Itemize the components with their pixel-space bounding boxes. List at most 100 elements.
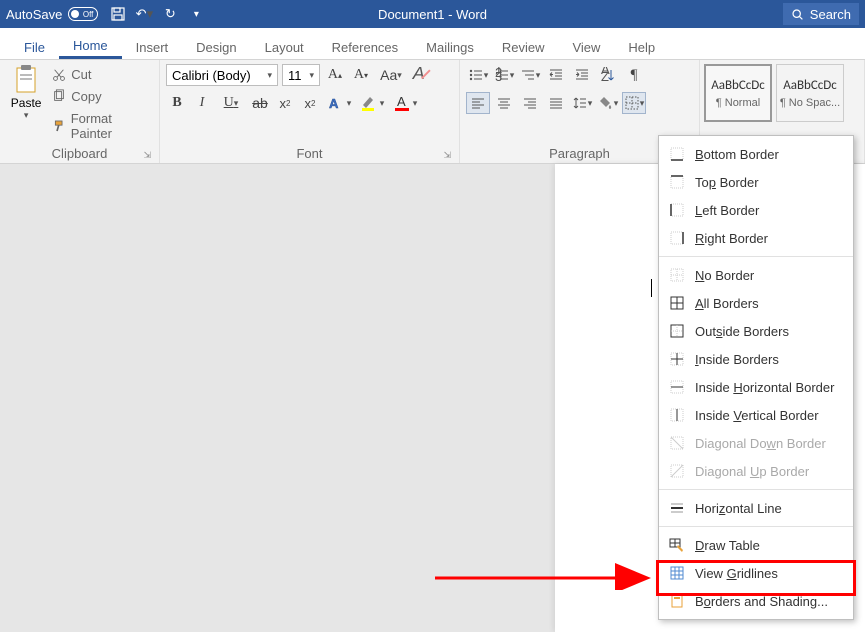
menu-inside-v-border[interactable]: Inside Vertical Border <box>659 401 853 429</box>
superscript-button[interactable]: x <box>299 92 321 114</box>
tab-view[interactable]: View <box>558 34 614 59</box>
font-name-value: Calibri (Body) <box>172 68 251 83</box>
menu-right-border[interactable]: Right Border <box>659 224 853 252</box>
menu-left-border[interactable]: Left Border <box>659 196 853 224</box>
multilevel-button[interactable]: ▾ <box>518 64 542 86</box>
menu-view-gridlines[interactable]: View Gridlines <box>659 559 853 587</box>
format-painter-button[interactable]: Format Painter <box>52 111 153 141</box>
menu-borders-shading[interactable]: Borders and Shading... <box>659 587 853 615</box>
style-normal[interactable]: AaBbCcDc ¶ Normal <box>704 64 772 122</box>
menu-draw-table[interactable]: Draw Table <box>659 531 853 559</box>
italic-button[interactable]: I <box>191 92 213 114</box>
align-right-icon <box>522 95 538 111</box>
numbering-button[interactable]: 123▾ <box>492 64 516 86</box>
align-left-icon <box>470 95 486 111</box>
menu-diag-down: Diagonal Down Border <box>659 429 853 457</box>
tab-design[interactable]: Design <box>182 34 250 59</box>
menu-horizontal-line[interactable]: Horizontal Line <box>659 494 853 522</box>
style-normal-name: ¶ Normal <box>716 97 760 109</box>
increase-indent-button[interactable] <box>570 64 594 86</box>
tab-review[interactable]: Review <box>488 34 559 59</box>
strikethrough-button[interactable]: ab <box>249 92 271 114</box>
font-color-button[interactable]: A▾ <box>390 92 420 114</box>
clear-format-button[interactable]: A <box>410 64 432 86</box>
menu-all-borders[interactable]: All Borders <box>659 289 853 317</box>
line-spacing-button[interactable]: ▾ <box>570 92 594 114</box>
menu-top-border[interactable]: ToP Border <box>659 168 853 196</box>
increase-indent-icon <box>574 67 590 83</box>
draw-table-icon <box>669 537 685 553</box>
bottom-border-icon <box>669 146 685 162</box>
menu-outside-borders[interactable]: Outside Borders <box>659 317 853 345</box>
subscript-button[interactable]: x <box>274 92 296 114</box>
decrease-font-button[interactable]: A▾ <box>350 64 372 86</box>
align-left-button[interactable] <box>466 92 490 114</box>
text-effects-button[interactable]: A▾ <box>324 92 354 114</box>
undo-icon[interactable]: ↶▾ <box>136 6 152 22</box>
tab-layout[interactable]: Layout <box>251 34 318 59</box>
font-launcher[interactable]: ⇲ <box>443 150 451 161</box>
redo-icon[interactable]: ↻ <box>162 6 178 22</box>
all-borders-icon <box>669 295 685 311</box>
inside-v-border-icon <box>669 407 685 423</box>
style-nospacing-name: ¶ No Spac... <box>780 97 840 109</box>
menu-diag-up-label: Diagonal Up Border <box>695 464 809 479</box>
tab-home[interactable]: Home <box>59 32 122 59</box>
clipboard-launcher[interactable]: ⇲ <box>143 150 151 161</box>
borders-icon <box>624 95 640 111</box>
autosave-toggle[interactable]: Off <box>68 7 98 21</box>
increase-font-button[interactable]: A▴ <box>324 64 346 86</box>
borders-menu: Bottom Border ToP Border Left Border Rig… <box>658 135 854 620</box>
tab-mailings[interactable]: Mailings <box>412 34 488 59</box>
diag-up-icon <box>669 463 685 479</box>
show-hide-button[interactable]: ¶ <box>622 64 646 86</box>
menu-inside-label: Inside Borders <box>695 352 779 367</box>
menu-draw-label: Draw Table <box>695 538 760 553</box>
app-name: Word <box>456 7 487 22</box>
paragraph-group-label: Paragraph <box>549 146 610 161</box>
font-size-combo[interactable]: 11▾ <box>282 64 320 86</box>
menu-bottom-border[interactable]: Bottom Border <box>659 140 853 168</box>
menu-no-border[interactable]: No Border <box>659 261 853 289</box>
copy-button[interactable]: Copy <box>52 89 153 104</box>
align-right-button[interactable] <box>518 92 542 114</box>
save-icon[interactable] <box>110 6 126 22</box>
paste-button[interactable]: Paste ▾ <box>6 64 46 144</box>
align-center-icon <box>496 95 512 111</box>
menu-left-label: Left Border <box>695 203 759 218</box>
search-icon <box>791 8 804 21</box>
gridlines-icon <box>669 565 685 581</box>
tab-insert[interactable]: Insert <box>122 34 183 59</box>
style-no-spacing[interactable]: AaBbCcDc ¶ No Spac... <box>776 64 844 122</box>
left-border-icon <box>669 202 685 218</box>
right-border-icon <box>669 230 685 246</box>
menu-diag-down-label: Diagonal Down Border <box>695 436 826 451</box>
change-case-button[interactable]: Aa▾ <box>376 64 406 86</box>
search-placeholder: Search <box>810 7 851 22</box>
paste-dropdown[interactable]: ▾ <box>24 110 29 121</box>
bullets-button[interactable]: ▾ <box>466 64 490 86</box>
menu-shading-label: Borders and Shading... <box>695 594 828 609</box>
tab-help[interactable]: Help <box>614 34 669 59</box>
menu-none-label: No Border <box>695 268 754 283</box>
tab-file[interactable]: File <box>10 34 59 59</box>
highlight-button[interactable]: ▾ <box>357 92 387 114</box>
shading-button-ribbon[interactable]: ▾ <box>596 92 620 114</box>
style-nospacing-preview: AaBbCcDc <box>783 78 837 93</box>
search-box[interactable]: Search <box>783 3 859 25</box>
menu-inside-borders[interactable]: Inside Borders <box>659 345 853 373</box>
align-center-button[interactable] <box>492 92 516 114</box>
paste-icon <box>13 64 39 94</box>
decrease-indent-button[interactable] <box>544 64 568 86</box>
underline-button[interactable]: U▾ <box>216 92 246 114</box>
bold-button[interactable]: B <box>166 92 188 114</box>
font-name-combo[interactable]: Calibri (Body)▾ <box>166 64 278 86</box>
borders-button[interactable]: ▾ <box>622 92 646 114</box>
qat-customize[interactable]: ▾ <box>188 6 204 22</box>
justify-button[interactable] <box>544 92 568 114</box>
menu-inside-h-border[interactable]: Inside Horizontal Border <box>659 373 853 401</box>
autosave-label: AutoSave <box>6 7 62 22</box>
tab-references[interactable]: References <box>318 34 412 59</box>
cut-button[interactable]: Cut <box>52 67 153 82</box>
sort-button[interactable]: AZ <box>596 64 620 86</box>
